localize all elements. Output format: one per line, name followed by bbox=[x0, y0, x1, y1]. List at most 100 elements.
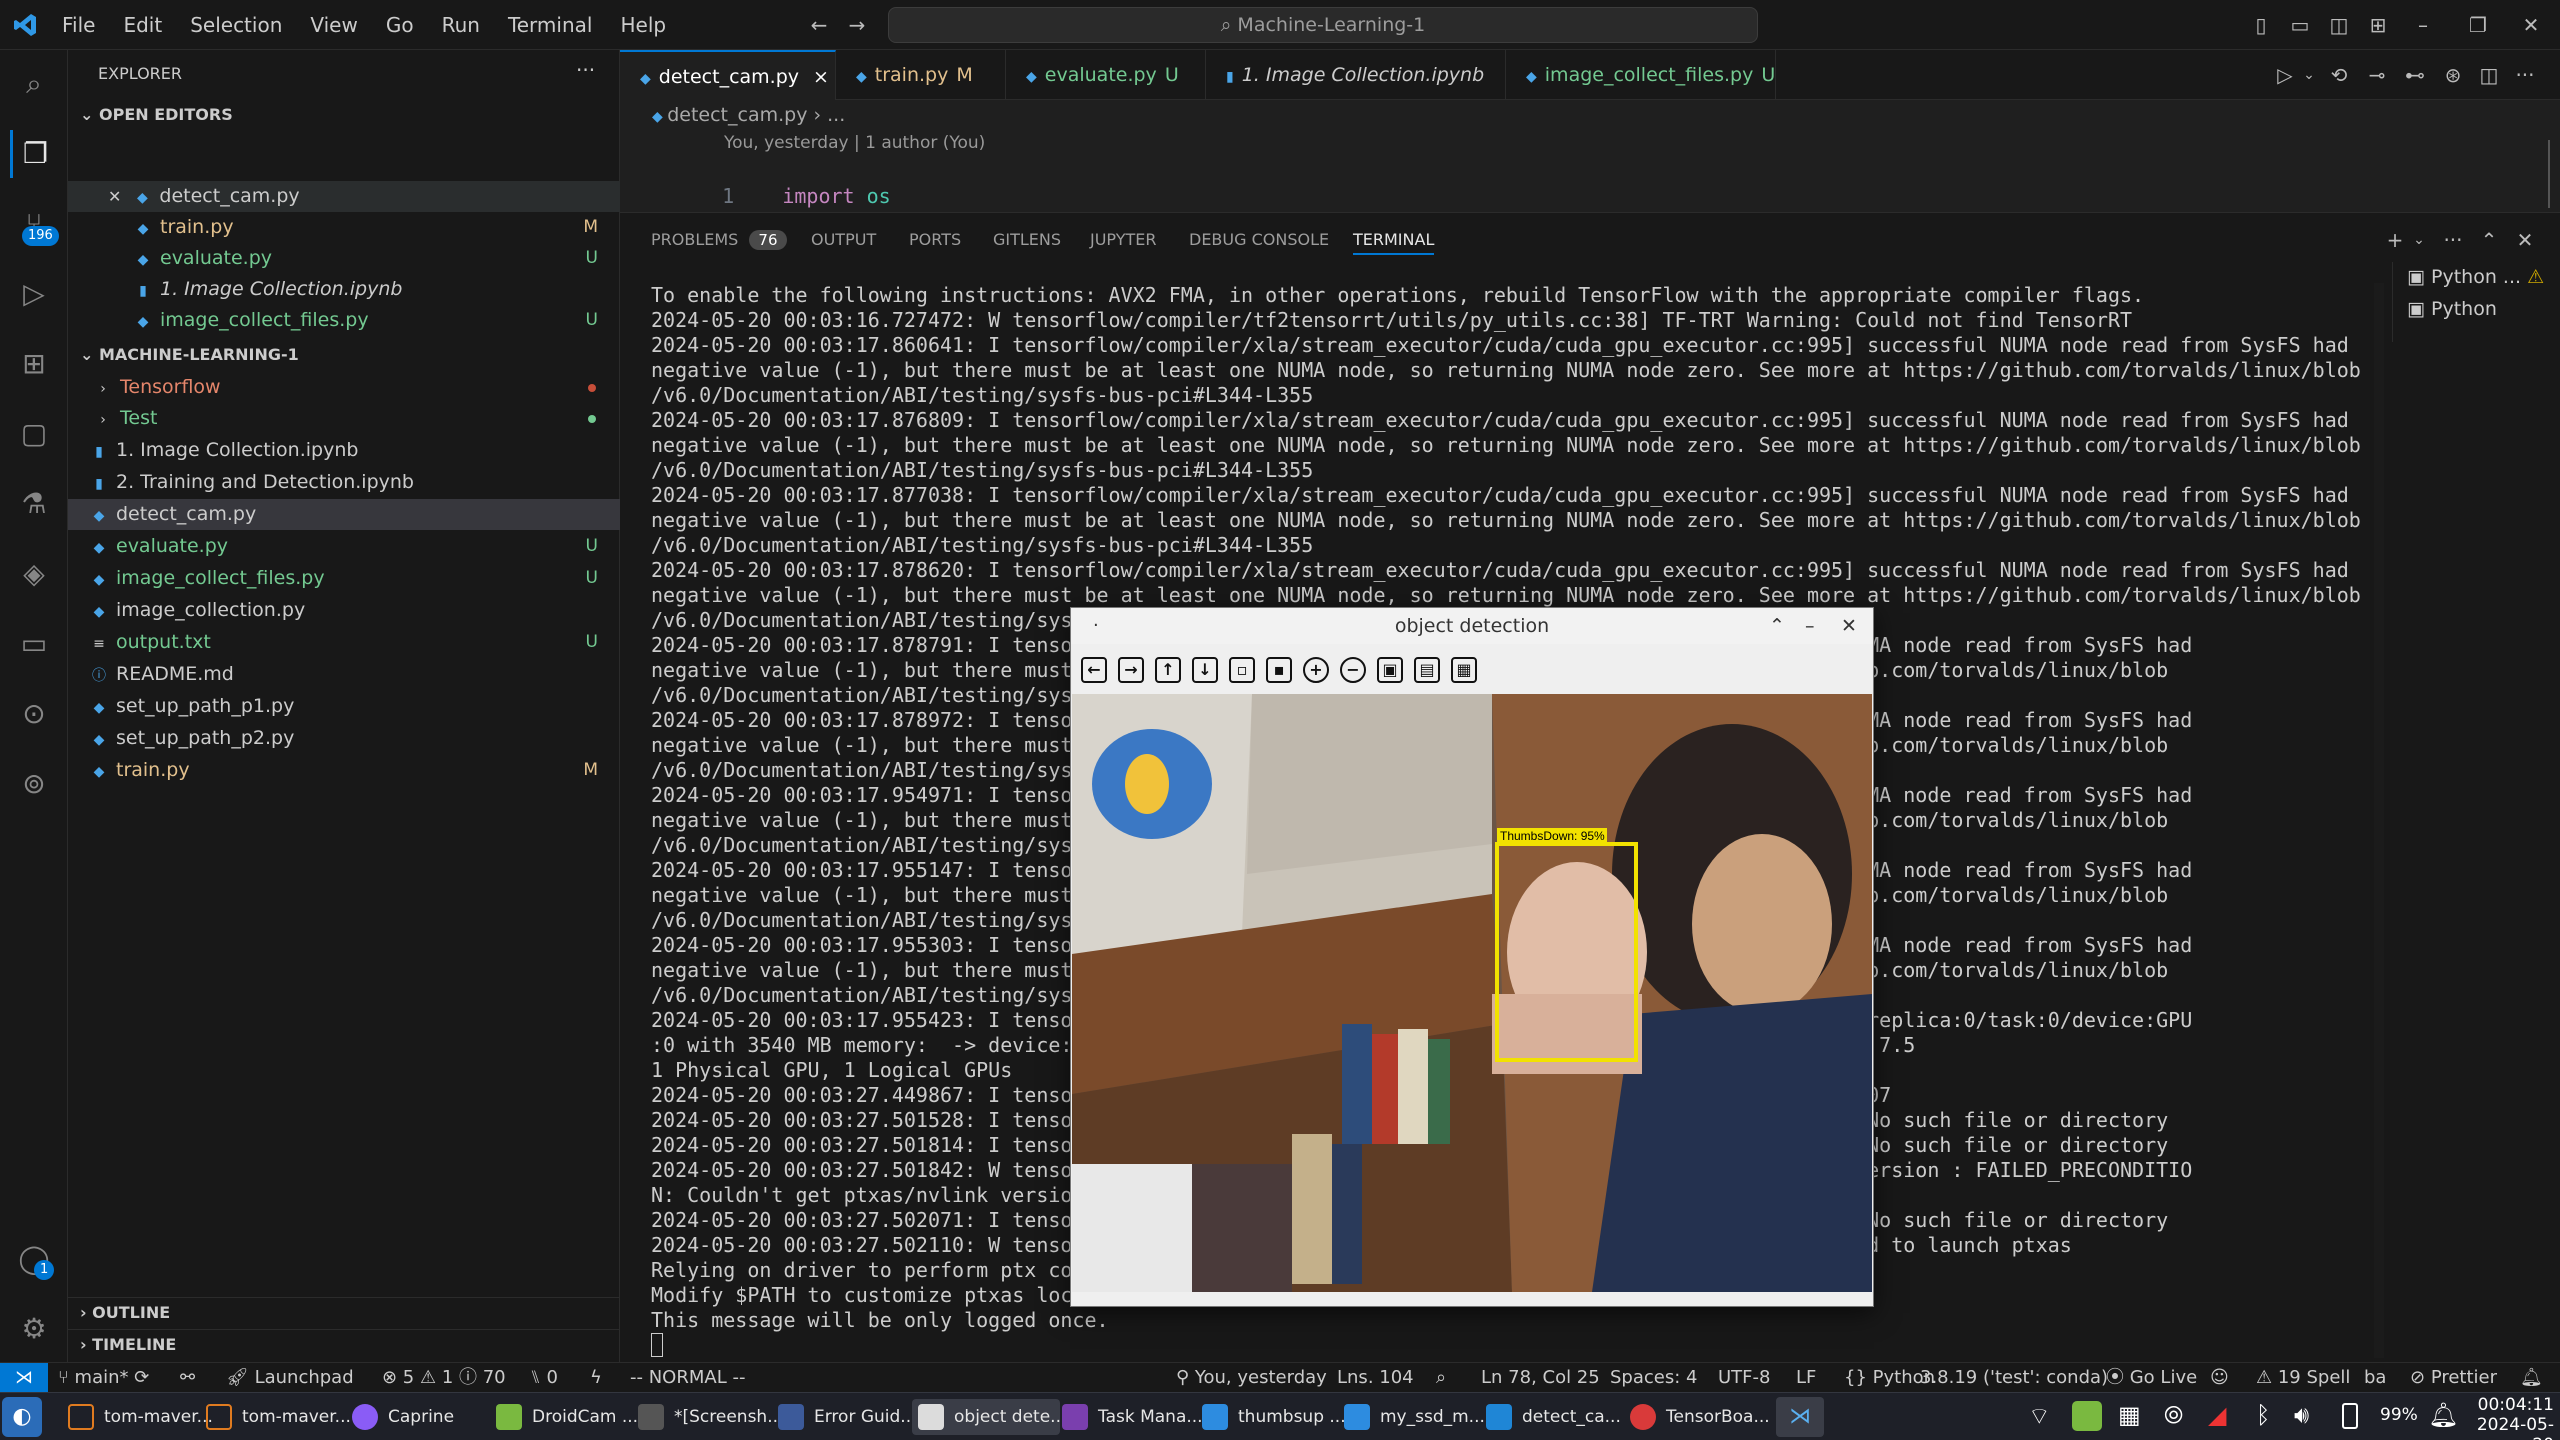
tab-output[interactable]: OUTPUT bbox=[811, 227, 876, 253]
file-item[interactable]: ◆ set_up_path_p1.py bbox=[68, 691, 620, 722]
file-item[interactable]: ◆ image_collection.py bbox=[68, 595, 620, 626]
open-editor-item[interactable]: ▮ 1. Image Collection.ipynb bbox=[68, 274, 620, 305]
gitlens-graph-icon[interactable]: ⊛ bbox=[2440, 62, 2466, 88]
pan-up-icon[interactable]: ↑ bbox=[1155, 657, 1181, 683]
close-icon[interactable]: ✕ bbox=[108, 187, 121, 206]
more-actions-icon[interactable]: ··· bbox=[2512, 62, 2538, 88]
more-actions-icon[interactable]: ··· bbox=[2440, 227, 2466, 253]
terminal-scrollbar[interactable] bbox=[2374, 283, 2384, 1358]
file-item[interactable]: ◆ image_collect_files.py U bbox=[68, 563, 620, 594]
more-actions-icon[interactable]: ··· bbox=[576, 58, 595, 82]
taskbar-item[interactable]: detect_ca... bbox=[1480, 1399, 1630, 1435]
file-item[interactable]: ◆ detect_cam.py bbox=[68, 499, 620, 530]
wifi-icon[interactable]: ⌔ bbox=[2028, 1401, 2051, 1431]
taskbar-item[interactable]: Caprine bbox=[346, 1399, 476, 1435]
folder-item[interactable]: › Tensorflow bbox=[68, 372, 620, 403]
messenger-tray-icon[interactable]: ⦾ bbox=[2164, 1401, 2183, 1429]
android-tray-icon[interactable] bbox=[2072, 1401, 2102, 1431]
customize-layout-icon[interactable]: ⊞ bbox=[2365, 12, 2391, 38]
run-debug-icon[interactable]: ▷ bbox=[10, 270, 58, 318]
clock-time[interactable]: 00:04:11 bbox=[2470, 1395, 2554, 1415]
tab-jupyter[interactable]: JUPYTER bbox=[1090, 227, 1157, 253]
menu-help[interactable]: Help bbox=[606, 0, 680, 50]
back-arrow-icon[interactable]: ← bbox=[806, 12, 832, 38]
gitlens-inspect-icon[interactable]: ⊚ bbox=[10, 760, 58, 808]
line-count[interactable]: Lns. 104 bbox=[1337, 1363, 1414, 1393]
clock-date[interactable]: 2024-05-20 bbox=[2462, 1415, 2554, 1440]
chat-icon[interactable]: ▭ bbox=[10, 620, 58, 668]
menu-edit[interactable]: Edit bbox=[109, 0, 176, 50]
menu-file[interactable]: File bbox=[48, 0, 109, 50]
pan-left-icon[interactable]: ← bbox=[1081, 657, 1107, 683]
close-icon[interactable]: ✕ bbox=[1841, 608, 1857, 644]
taskbar-item[interactable]: Error Guid... bbox=[772, 1399, 917, 1435]
keyboard-icon[interactable]: ▦ bbox=[2118, 1401, 2141, 1429]
open-editor-item[interactable]: ◆ train.py M bbox=[68, 212, 620, 243]
project-header[interactable]: ⌄ MACHINE-LEARNING-1 bbox=[68, 340, 620, 370]
close-panel-icon[interactable]: ✕ bbox=[2512, 227, 2538, 253]
taskbar-item[interactable]: my_ssd_m... bbox=[1338, 1399, 1488, 1435]
file-item[interactable]: ◆ evaluate.py U bbox=[68, 531, 620, 562]
toggle-sidebar-icon[interactable]: ▯ bbox=[2248, 12, 2274, 38]
new-terminal-icon[interactable]: + bbox=[2382, 227, 2408, 253]
properties-icon[interactable]: ▦ bbox=[1451, 657, 1477, 683]
remote-indicator-icon[interactable]: ⋊ bbox=[0, 1363, 48, 1393]
tab-gitlens[interactable]: GITLENS bbox=[993, 227, 1061, 253]
cursor-position[interactable]: Ln 78, Col 25 bbox=[1481, 1363, 1600, 1393]
taskbar-item[interactable]: tom-maver... bbox=[200, 1399, 351, 1435]
menu-terminal[interactable]: Terminal bbox=[494, 0, 607, 50]
breadcrumb-file[interactable]: detect_cam.py bbox=[667, 104, 807, 126]
copy-image-icon[interactable]: ▤ bbox=[1414, 657, 1440, 683]
gitlens-back-icon[interactable]: ⟲ bbox=[2326, 62, 2352, 88]
open-editors-header[interactable]: ⌄ OPEN EDITORS bbox=[68, 100, 620, 130]
pan-right-icon[interactable]: → bbox=[1118, 657, 1144, 683]
tab-evaluate[interactable]: ◆ evaluate.py U bbox=[1006, 50, 1206, 100]
menu-view[interactable]: View bbox=[296, 0, 371, 50]
sync-icon[interactable]: ⟳ bbox=[134, 1367, 149, 1388]
taskbar-item[interactable]: thumbsup ... bbox=[1196, 1399, 1346, 1435]
start-menu-icon[interactable]: ◐ bbox=[2, 1397, 42, 1437]
extensions-icon[interactable]: ⊞ bbox=[10, 340, 58, 388]
taskbar-item[interactable]: Task Mana... bbox=[1056, 1399, 1206, 1435]
taskbar-item[interactable]: *[Screensh... bbox=[632, 1399, 783, 1435]
tab-debug-console[interactable]: DEBUG CONSOLE bbox=[1189, 227, 1329, 253]
forward-arrow-icon[interactable]: → bbox=[844, 12, 870, 38]
command-center[interactable]: ⌕ Machine-Learning-1 bbox=[888, 7, 1758, 43]
language-mode[interactable]: {} Python bbox=[1814, 1363, 1935, 1393]
encoding[interactable]: UTF-8 bbox=[1718, 1363, 1770, 1393]
taskbar-item[interactable]: tom-maver... bbox=[62, 1399, 213, 1435]
file-item[interactable]: ▮ 1. Image Collection.ipynb bbox=[68, 435, 620, 466]
open-editor-item[interactable]: ✕ ◆ detect_cam.py bbox=[68, 181, 620, 212]
lightning-icon[interactable]: ϟ bbox=[590, 1363, 602, 1393]
search-icon[interactable]: ⌕ bbox=[10, 60, 58, 108]
taskbar-item-active[interactable]: object dete... bbox=[912, 1399, 1066, 1435]
breadcrumb-more[interactable]: ... bbox=[827, 104, 845, 126]
minimap[interactable] bbox=[2548, 140, 2558, 208]
close-window-icon[interactable]: ✕ bbox=[2518, 12, 2544, 38]
tab-terminal[interactable]: TERMINAL bbox=[1353, 227, 1435, 255]
zoom-fit-icon[interactable]: ▫ bbox=[1229, 657, 1255, 683]
save-image-icon[interactable]: ▣ bbox=[1377, 657, 1403, 683]
zoom-original-icon[interactable]: ▪ bbox=[1266, 657, 1292, 683]
maximize-icon[interactable]: ⌃ bbox=[1769, 608, 1785, 644]
gitlens-compare-icon[interactable]: ⊷ bbox=[2402, 62, 2428, 88]
gitlens-blame-status[interactable]: ⚲ You, yesterday bbox=[1176, 1363, 1327, 1393]
toggle-panel-icon[interactable]: ▭ bbox=[2287, 12, 2313, 38]
prettier[interactable]: ⊘ Prettier bbox=[2410, 1363, 2497, 1393]
tab-image-collect-files[interactable]: ◆ image_collect_files.py U bbox=[1506, 50, 1776, 100]
volume-icon[interactable]: 🔊︎ bbox=[2294, 1401, 2309, 1429]
tab-detect-cam[interactable]: ◆ detect_cam.py × bbox=[620, 50, 836, 100]
battery-icon[interactable] bbox=[2342, 1403, 2358, 1429]
gitlens-blame-lens[interactable]: You, yesterday | 1 author (You) bbox=[724, 133, 985, 153]
indentation[interactable]: Spaces: 4 bbox=[1610, 1363, 1697, 1393]
notifications-bell-icon[interactable]: 🔔︎ bbox=[2520, 1363, 2543, 1393]
object-detection-window[interactable]: object detection · ⌃ – ✕ ← → ↑ ↓ ▫ ▪ + −… bbox=[1070, 607, 1874, 1307]
pinned-app-icon[interactable]: ⋊ bbox=[1776, 1397, 1824, 1437]
close-icon[interactable]: × bbox=[813, 66, 829, 88]
testing-icon[interactable]: ⚗ bbox=[10, 480, 58, 528]
outline-header[interactable]: › OUTLINE bbox=[68, 1297, 620, 1328]
git-branch[interactable]: ⑂ main* ⟳ bbox=[58, 1363, 149, 1393]
tab-image-collection[interactable]: ▮ 1. Image Collection.ipynb bbox=[1206, 50, 1506, 100]
gitlens-commit-icon[interactable]: ⊸ bbox=[2364, 62, 2390, 88]
settings-gear-icon[interactable]: ⚙ bbox=[10, 1305, 58, 1353]
